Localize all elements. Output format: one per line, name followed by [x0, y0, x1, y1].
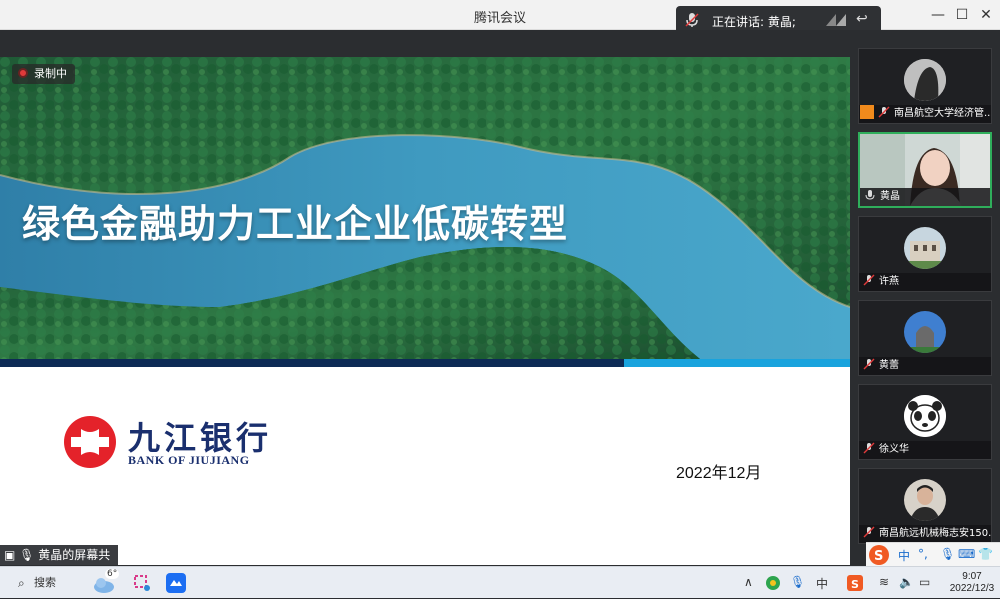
- tray-app-icon[interactable]: [763, 573, 783, 593]
- mic-muted-icon: [863, 358, 875, 370]
- screen-share-area: 绿色金融助力工业企业低碳转型 九江银行 BANK OF JIUJIANG 202…: [0, 30, 850, 565]
- ime-punct-toggle[interactable]: °,: [918, 547, 928, 561]
- ime-skin-icon[interactable]: 👕: [978, 547, 993, 561]
- wifi-icon[interactable]: ≋: [879, 575, 889, 589]
- record-dot-icon: [18, 68, 28, 78]
- battery-icon[interactable]: ▭: [919, 575, 930, 589]
- participant-namebar: 徐义华: [859, 441, 991, 459]
- mic-muted-icon: [863, 526, 875, 538]
- screen-icon: ▣: [4, 548, 16, 562]
- mic-icon: 🎙: [19, 548, 35, 562]
- host-icon: [860, 105, 874, 119]
- svg-text:S: S: [874, 549, 883, 564]
- avatar: [904, 395, 946, 437]
- taskbar-search[interactable]: ⌕ 搜索: [14, 573, 84, 593]
- tray-expand-icon[interactable]: ∧: [744, 575, 753, 589]
- speaking-label: 正在讲话: 黄晶;: [712, 15, 796, 29]
- presentation-slide: 绿色金融助力工业企业低碳转型 九江银行 BANK OF JIUJIANG 202…: [0, 57, 850, 565]
- ime-lang-toggle[interactable]: 中: [898, 547, 910, 564]
- weather-widget[interactable]: 6°: [92, 569, 120, 595]
- participant-tile[interactable]: 南昌航远机械梅志安150...: [858, 468, 992, 544]
- screenshare-label: ▣ 🎙 黄晶的屏幕共享: [0, 545, 118, 582]
- participant-tile[interactable]: 南昌航空大学经济管...: [858, 48, 992, 124]
- participant-namebar: 南昌航远机械梅志安150...: [859, 525, 991, 543]
- bank-logo-icon: [64, 416, 116, 468]
- participant-namebar: 许燕: [859, 273, 991, 291]
- minimize-button[interactable]: —: [928, 5, 948, 25]
- mic-muted-icon: [863, 274, 875, 286]
- tencent-meeting-icon[interactable]: [166, 573, 186, 593]
- participant-namebar: 黄晶: [860, 188, 990, 206]
- svg-text:S: S: [851, 578, 859, 591]
- ime-voice-icon[interactable]: 🎙: [940, 547, 955, 561]
- avatar: [904, 479, 946, 521]
- maximize-button[interactable]: ☐: [952, 5, 972, 25]
- mic-icon: [685, 13, 699, 27]
- clock-date: 2022/12/3: [949, 583, 995, 594]
- recording-badge: 录制中: [12, 64, 75, 84]
- clock-time: 9:07: [962, 571, 982, 582]
- volume-icon[interactable]: 🔈: [899, 575, 914, 589]
- return-icon[interactable]: ↩: [856, 11, 876, 27]
- recording-label: 录制中: [34, 67, 67, 80]
- participants-panel: 南昌航空大学经济管... 黄晶 许燕 黄蕾 徐义华 南昌航远机械梅志安150..…: [850, 30, 1000, 566]
- participant-tile[interactable]: 许燕: [858, 216, 992, 292]
- taskbar: ⌕ 搜索 6° ∧ 🎙 中 S ≋ 🔈 ▭ 9:07 2022/12/3: [0, 566, 1000, 598]
- participant-tile-active[interactable]: 黄晶: [858, 132, 992, 208]
- close-button[interactable]: ✕: [976, 5, 996, 25]
- avatar: [904, 59, 946, 101]
- tray-sogou-icon[interactable]: S: [845, 573, 865, 593]
- search-icon: ⌕: [18, 576, 25, 590]
- mic-muted-icon: [863, 442, 875, 454]
- taskbar-clock[interactable]: 9:07 2022/12/3: [944, 571, 1000, 595]
- slide-bar-light: [624, 359, 850, 367]
- tray-ime-lang[interactable]: 中: [816, 575, 828, 592]
- sogou-icon[interactable]: S: [868, 544, 890, 566]
- participant-tile[interactable]: 黄蕾: [858, 300, 992, 376]
- ime-keyboard-icon[interactable]: ⌨: [958, 547, 975, 561]
- tray-mic-icon[interactable]: 🎙: [790, 575, 805, 589]
- mic-muted-icon: [878, 106, 890, 118]
- slide-date: 2022年12月: [676, 465, 762, 482]
- ime-toolbar: S 中 °, 🎙 ⌨ 👕: [866, 542, 1000, 566]
- signal-icon: [826, 14, 846, 26]
- slide-title: 绿色金融助力工业企业低碳转型: [22, 202, 569, 246]
- avatar: [904, 311, 946, 353]
- participant-namebar: 黄蕾: [859, 357, 991, 375]
- slide-bar-dark: [0, 359, 624, 367]
- avatar: [904, 227, 946, 269]
- participant-tile[interactable]: 徐义华: [858, 384, 992, 460]
- snipping-tool-icon[interactable]: [132, 573, 152, 593]
- bank-name-en: BANK OF JIUJIANG: [128, 453, 250, 467]
- participant-namebar: 南昌航空大学经济管...: [859, 105, 991, 123]
- mic-icon: [865, 190, 875, 200]
